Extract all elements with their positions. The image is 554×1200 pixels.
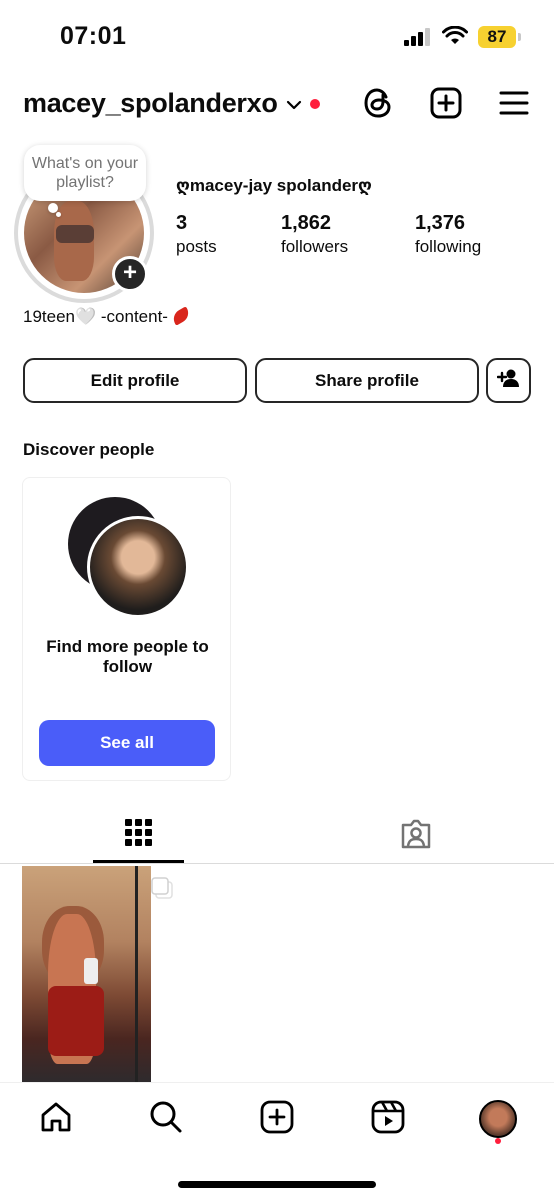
battery-cap bbox=[518, 33, 521, 41]
note-bubble[interactable]: What's on your playlist? bbox=[24, 145, 146, 201]
create-post-icon[interactable] bbox=[429, 86, 463, 120]
account-switcher[interactable]: macey_spolanderxo bbox=[23, 88, 320, 119]
stat-posts[interactable]: 3 posts bbox=[176, 212, 217, 257]
create-icon bbox=[260, 1100, 294, 1139]
discover-card: Find more people to follow See all bbox=[22, 477, 231, 781]
nav-search[interactable] bbox=[144, 1097, 188, 1141]
stat-value: 3 bbox=[176, 212, 188, 234]
add-story-icon[interactable]: + bbox=[112, 256, 148, 292]
menu-icon[interactable] bbox=[497, 86, 531, 120]
profile-avatar-small bbox=[479, 1100, 517, 1138]
threads-icon[interactable] bbox=[361, 86, 395, 120]
full-name: ღmacey-jay spolanderღ bbox=[176, 176, 372, 195]
username: macey_spolanderxo bbox=[23, 88, 278, 118]
stat-value: 1,376 bbox=[415, 212, 466, 234]
stat-label: posts bbox=[176, 237, 217, 256]
stat-following[interactable]: 1,376 following bbox=[415, 212, 481, 257]
status-time: 07:01 bbox=[60, 22, 127, 50]
card-text: Find more people to follow bbox=[46, 637, 209, 676]
nav-reels[interactable] bbox=[366, 1097, 410, 1141]
tab-tagged[interactable] bbox=[370, 808, 461, 864]
discover-people-title: Discover people bbox=[23, 440, 155, 459]
see-all-button[interactable]: See all bbox=[39, 720, 215, 766]
profile-header: macey_spolanderxo bbox=[0, 80, 554, 130]
stat-label: followers bbox=[281, 237, 349, 256]
cellular-signal-icon bbox=[404, 28, 434, 46]
stat-followers[interactable]: 1,862 followers bbox=[281, 212, 348, 257]
tagged-icon bbox=[400, 819, 432, 854]
profile-tabs bbox=[0, 808, 554, 864]
chili-pepper-icon bbox=[170, 306, 192, 326]
discover-people-button[interactable] bbox=[486, 358, 531, 403]
multi-post-icon bbox=[150, 876, 174, 900]
suggested-avatar-front bbox=[87, 516, 189, 618]
nav-create[interactable] bbox=[255, 1097, 299, 1141]
nav-home[interactable] bbox=[34, 1097, 78, 1141]
bio-text: 19teen🤍 -content- bbox=[23, 307, 168, 326]
post-thumbnail[interactable] bbox=[22, 866, 151, 1082]
note-bubble-tail-small bbox=[56, 212, 61, 217]
stat-label: following bbox=[415, 237, 482, 256]
search-icon bbox=[149, 1100, 183, 1139]
battery-indicator: 87 bbox=[478, 26, 516, 48]
home-icon bbox=[39, 1100, 73, 1139]
grid-icon bbox=[124, 818, 153, 854]
notification-dot bbox=[309, 98, 320, 109]
stat-value: 1,862 bbox=[281, 212, 332, 234]
tab-grid[interactable] bbox=[93, 808, 184, 864]
active-tab-indicator bbox=[93, 860, 184, 863]
wifi-icon bbox=[442, 25, 468, 46]
nav-profile[interactable] bbox=[476, 1097, 520, 1141]
share-profile-button[interactable]: Share profile bbox=[255, 358, 479, 403]
bio: 19teen🤍 -content- bbox=[23, 306, 192, 327]
reels-icon bbox=[371, 1100, 405, 1139]
profile-notification-dot bbox=[495, 1138, 501, 1144]
edit-profile-button[interactable]: Edit profile bbox=[23, 358, 247, 403]
home-indicator bbox=[178, 1181, 376, 1188]
status-bar: 07:01 87 bbox=[0, 0, 554, 70]
chevron-down-icon bbox=[286, 97, 302, 115]
add-person-icon bbox=[496, 368, 521, 393]
